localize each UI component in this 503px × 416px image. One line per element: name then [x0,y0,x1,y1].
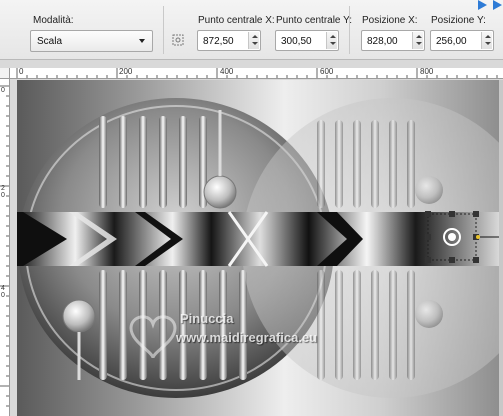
position-y-value: 256,00 [436,36,467,47]
spinner-arrows-icon[interactable] [481,32,492,49]
spinner-arrows-icon[interactable] [326,32,337,49]
canvas-area: 0 200 400 600 800 0 2 0 4 0 Pinuccia www… [0,60,503,416]
ruler-label: 0 [19,68,24,76]
ruler-label: 600 [320,68,334,76]
chevron-down-icon [139,39,145,43]
horizontal-ruler: 0 200 400 600 800 [10,68,503,79]
spinner-arrows-icon[interactable] [248,32,259,49]
spinner-arrows-icon[interactable] [412,32,423,49]
mode-dropdown[interactable]: Scala [30,30,153,52]
ruler-label: 200 [119,68,133,76]
mode-value: Scala [37,36,63,47]
position-y-label: Posizione Y: [431,15,486,26]
center-y-field[interactable]: 300,50 [275,30,339,51]
watermark-name: Pinuccia [180,311,234,326]
ruler-label: 0 [1,87,5,94]
vertical-ruler: 0 2 0 4 0 [0,79,10,416]
watermark-url: www.maidiregrafica.eu [176,330,318,345]
mode-label: Modalità: [33,15,74,26]
ruler-label: 4 0 [1,285,5,299]
scrollbar[interactable] [499,80,503,416]
center-x-field[interactable]: 872,50 [197,30,261,51]
position-y-field[interactable]: 256,00 [430,30,494,51]
tool-options-bar: Modalità: Scala Punto centrale X: 872,50… [0,0,503,60]
center-point-icon[interactable] [171,33,185,47]
ruler-label: 2 0 [1,185,5,199]
position-x-value: 828,00 [367,36,398,47]
center-y-value: 300,50 [281,36,312,47]
center-y-label: Punto centrale Y: [276,15,352,26]
divider [349,6,350,54]
play-icon[interactable] [475,0,503,10]
image-canvas[interactable] [17,80,503,416]
ruler-ticks [0,85,9,407]
position-x-label: Posizione X: [362,15,418,26]
center-x-value: 872,50 [203,36,234,47]
ruler-label: 800 [420,68,434,76]
ruler-corner [0,68,10,79]
center-x-label: Punto centrale X: [198,15,275,26]
position-x-field[interactable]: 828,00 [361,30,425,51]
divider [163,6,164,54]
ruler-label: 400 [220,68,234,76]
